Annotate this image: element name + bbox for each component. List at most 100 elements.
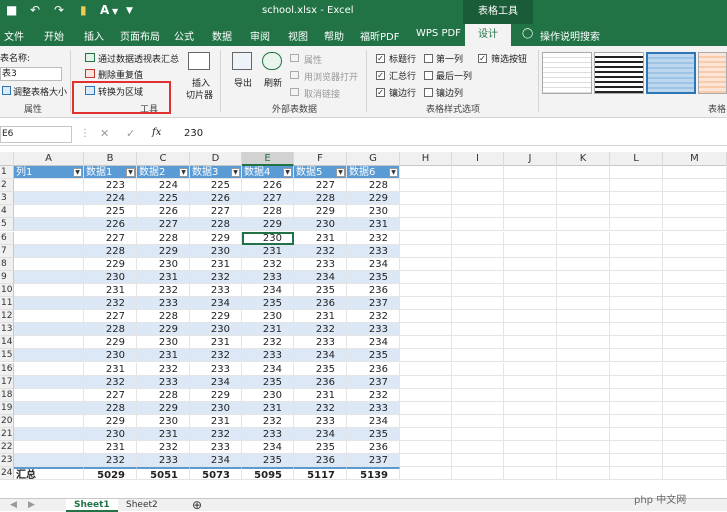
- table-name-input[interactable]: 表3: [0, 67, 62, 81]
- table-header-cell[interactable]: 数据5 ▼: [294, 166, 347, 180]
- last-column-checkbox[interactable]: [424, 71, 433, 80]
- column-header-l[interactable]: L: [610, 152, 663, 166]
- table-cell[interactable]: 233: [294, 336, 347, 350]
- empty-cell[interactable]: [452, 244, 504, 258]
- table-header-cell[interactable]: 数据4 ▼: [242, 166, 294, 180]
- empty-cell[interactable]: [452, 231, 504, 245]
- column-header-a[interactable]: A: [14, 152, 84, 166]
- filter-dropdown-icon[interactable]: ▼: [73, 168, 82, 177]
- chevron-down-icon[interactable]: ▼: [112, 7, 118, 16]
- empty-cell[interactable]: [557, 166, 610, 180]
- remove-duplicates-button[interactable]: 删除重复值: [98, 68, 143, 81]
- empty-cell[interactable]: [452, 323, 504, 337]
- empty-cell[interactable]: [663, 323, 727, 337]
- table-cell[interactable]: 234: [347, 336, 400, 350]
- table-cell[interactable]: 231: [84, 283, 137, 297]
- table-style-dark[interactable]: [594, 52, 644, 94]
- table-cell[interactable]: 232: [137, 283, 190, 297]
- empty-cell[interactable]: [400, 375, 452, 389]
- table-cell[interactable]: 230: [84, 428, 137, 442]
- table-cell[interactable]: 232: [190, 270, 242, 284]
- table-cell[interactable]: 230: [190, 244, 242, 258]
- empty-cell[interactable]: [557, 270, 610, 284]
- tab-foxit-pdf[interactable]: 福昕PDF: [360, 28, 399, 43]
- table-cell[interactable]: 229: [190, 231, 242, 245]
- table-header-cell[interactable]: 数据2 ▼: [137, 166, 190, 180]
- empty-cell[interactable]: [557, 401, 610, 415]
- formula-input[interactable]: 230: [184, 128, 203, 139]
- empty-cell[interactable]: [610, 388, 663, 402]
- table-cell[interactable]: 233: [347, 323, 400, 337]
- table-cell[interactable]: 236: [294, 297, 347, 311]
- empty-cell[interactable]: [452, 257, 504, 271]
- table-cell[interactable]: 230: [294, 218, 347, 232]
- column-header-i[interactable]: I: [452, 152, 504, 166]
- total-cell[interactable]: 5095: [242, 467, 294, 481]
- empty-cell[interactable]: [504, 467, 557, 481]
- table-cell[interactable]: [14, 231, 84, 245]
- table-cell[interactable]: [14, 349, 84, 363]
- table-cell[interactable]: 236: [347, 441, 400, 455]
- empty-cell[interactable]: [504, 310, 557, 324]
- row-header[interactable]: 23: [0, 454, 14, 468]
- filter-dropdown-icon[interactable]: ▼: [336, 168, 345, 177]
- empty-cell[interactable]: [400, 231, 452, 245]
- empty-cell[interactable]: [400, 323, 452, 337]
- open-in-browser-button[interactable]: 用浏览器打开: [304, 70, 358, 83]
- table-cell[interactable]: [14, 336, 84, 350]
- empty-cell[interactable]: [504, 362, 557, 376]
- table-cell[interactable]: 235: [347, 349, 400, 363]
- row-header[interactable]: 16: [0, 362, 14, 376]
- table-cell[interactable]: [14, 244, 84, 258]
- empty-cell[interactable]: [557, 205, 610, 219]
- table-cell[interactable]: 228: [84, 323, 137, 337]
- empty-cell[interactable]: [452, 362, 504, 376]
- empty-cell[interactable]: [663, 441, 727, 455]
- empty-cell[interactable]: [452, 179, 504, 193]
- empty-cell[interactable]: [400, 244, 452, 258]
- empty-cell[interactable]: [400, 414, 452, 428]
- empty-cell[interactable]: [400, 362, 452, 376]
- table-cell[interactable]: 232: [242, 336, 294, 350]
- table-cell[interactable]: 229: [190, 310, 242, 324]
- table-cell[interactable]: 235: [294, 362, 347, 376]
- table-cell[interactable]: 233: [347, 401, 400, 415]
- empty-cell[interactable]: [452, 441, 504, 455]
- empty-cell[interactable]: [504, 375, 557, 389]
- table-cell[interactable]: 233: [242, 270, 294, 284]
- table-cell[interactable]: 232: [347, 231, 400, 245]
- table-cell[interactable]: [14, 362, 84, 376]
- total-cell[interactable]: 汇总: [14, 467, 84, 481]
- empty-cell[interactable]: [610, 270, 663, 284]
- empty-cell[interactable]: [557, 179, 610, 193]
- empty-cell[interactable]: [610, 283, 663, 297]
- empty-cell[interactable]: [610, 297, 663, 311]
- table-cell[interactable]: [14, 441, 84, 455]
- table-cell[interactable]: 228: [84, 244, 137, 258]
- empty-cell[interactable]: [504, 179, 557, 193]
- unlink-button[interactable]: 取消链接: [304, 87, 340, 100]
- undo-icon[interactable]: ↶: [30, 3, 40, 17]
- empty-cell[interactable]: [452, 401, 504, 415]
- enter-icon[interactable]: ✓: [126, 127, 135, 140]
- table-cell[interactable]: 233: [242, 428, 294, 442]
- empty-cell[interactable]: [504, 257, 557, 271]
- empty-cell[interactable]: [400, 441, 452, 455]
- table-cell[interactable]: 229: [137, 401, 190, 415]
- table-cell[interactable]: 237: [347, 454, 400, 468]
- empty-cell[interactable]: [504, 336, 557, 350]
- table-cell[interactable]: 232: [84, 375, 137, 389]
- table-cell[interactable]: 234: [242, 441, 294, 455]
- empty-cell[interactable]: [557, 362, 610, 376]
- empty-cell[interactable]: [663, 375, 727, 389]
- font-color-icon[interactable]: A: [100, 3, 109, 17]
- table-cell[interactable]: 230: [137, 257, 190, 271]
- table-cell[interactable]: 232: [347, 388, 400, 402]
- table-cell[interactable]: 231: [242, 323, 294, 337]
- filter-dropdown-icon[interactable]: ▼: [126, 168, 135, 177]
- empty-cell[interactable]: [557, 192, 610, 206]
- empty-cell[interactable]: [400, 428, 452, 442]
- table-cell[interactable]: 235: [242, 375, 294, 389]
- save-icon[interactable]: ■: [6, 3, 17, 17]
- empty-cell[interactable]: [610, 323, 663, 337]
